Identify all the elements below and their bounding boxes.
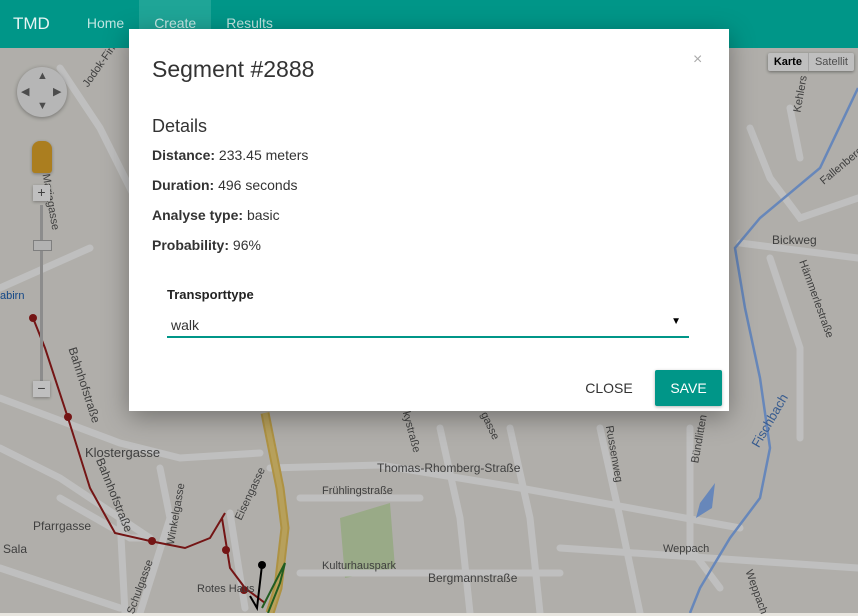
transporttype-label: Transporttype	[167, 287, 254, 302]
detail-value: 496 seconds	[218, 177, 298, 193]
detail-label: Analyse type:	[152, 207, 244, 223]
detail-distance: Distance: 233.45 meters	[152, 147, 308, 163]
detail-probability: Probability: 96%	[152, 237, 261, 253]
detail-value: basic	[246, 207, 280, 223]
detail-label: Probability:	[152, 237, 230, 253]
close-button[interactable]: CLOSE	[575, 370, 643, 406]
modal-title: Segment #2888	[152, 56, 315, 82]
detail-label: Distance:	[152, 147, 216, 163]
detail-analyse-type: Analyse type: basic	[152, 207, 280, 223]
brand-logo[interactable]: TMD	[13, 14, 50, 34]
segment-modal: Segment #2888 × Details Distance: 233.45…	[129, 29, 729, 411]
transporttype-value: walk	[171, 317, 200, 333]
save-button[interactable]: SAVE	[655, 370, 722, 406]
caret-down-icon: ▼	[671, 316, 681, 327]
transporttype-select[interactable]: walk ▼	[167, 311, 689, 338]
detail-value: 96%	[232, 237, 261, 253]
details-heading: Details	[152, 116, 208, 136]
detail-label: Duration:	[152, 177, 215, 193]
detail-duration: Duration: 496 seconds	[152, 177, 298, 193]
close-icon[interactable]: ×	[693, 51, 702, 69]
detail-value: 233.45 meters	[218, 147, 309, 163]
